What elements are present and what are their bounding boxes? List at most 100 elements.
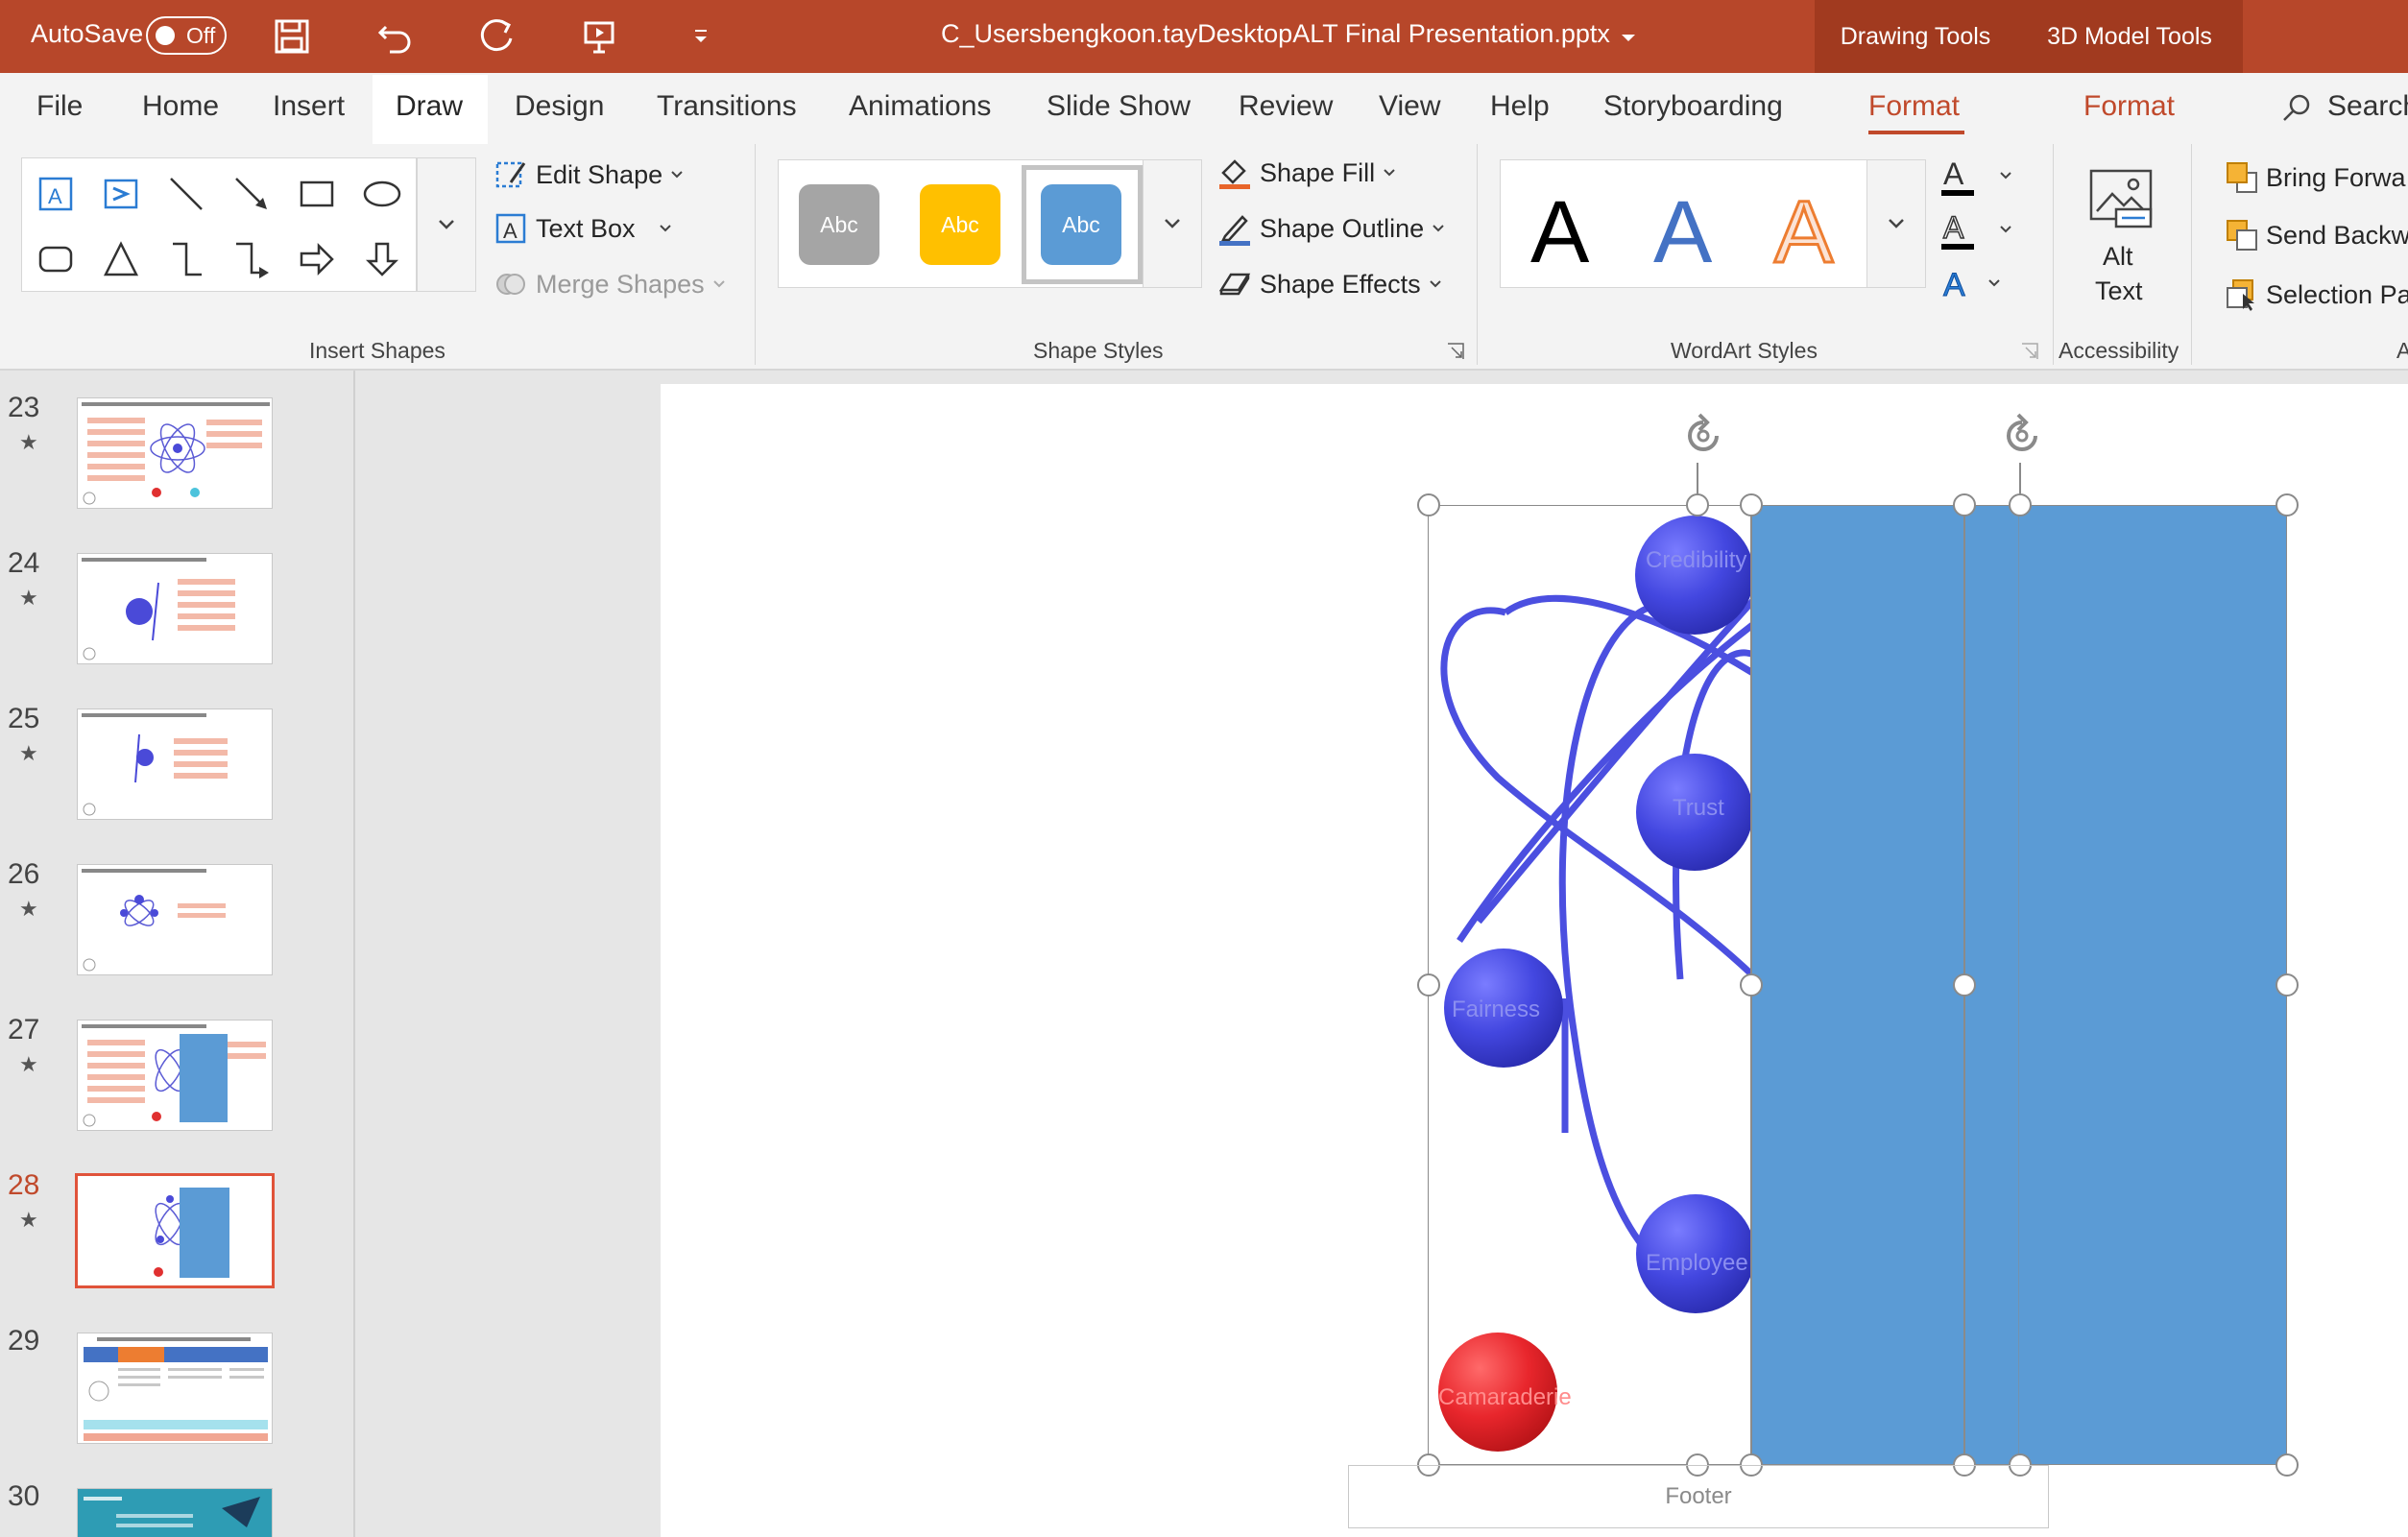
shape-styles-more[interactable] xyxy=(1143,159,1202,288)
tab-format-drawing[interactable]: Format xyxy=(1868,90,1960,123)
animation-star-icon: ★ xyxy=(19,1208,38,1232)
resize-handle[interactable] xyxy=(1953,493,1976,516)
slide-number: 27 xyxy=(8,1014,40,1045)
title-dropdown-icon[interactable] xyxy=(1605,15,1651,61)
shape-styles-launcher-icon[interactable] xyxy=(1446,342,1465,361)
resize-handle[interactable] xyxy=(1686,493,1709,516)
style-preset-gray[interactable]: Abc xyxy=(799,184,879,265)
animation-star-icon: ★ xyxy=(19,586,38,610)
tab-storyboarding[interactable]: Storyboarding xyxy=(1603,90,1783,123)
animation-star-icon: ★ xyxy=(19,897,38,921)
tab-help[interactable]: Help xyxy=(1490,90,1550,123)
text-fill-button[interactable]: A xyxy=(1939,154,2016,200)
svg-text:A: A xyxy=(1943,267,1965,303)
slide-thumbnail-25[interactable] xyxy=(77,708,273,820)
rotate-handle-icon[interactable] xyxy=(1993,407,2051,465)
wordart-launcher-icon[interactable] xyxy=(2020,342,2039,361)
autosave-toggle[interactable]: Off xyxy=(146,16,227,55)
style-preset-gold[interactable]: Abc xyxy=(920,184,1000,265)
line-icon[interactable] xyxy=(161,169,211,219)
resize-handle[interactable] xyxy=(1417,493,1440,516)
search-icon[interactable] xyxy=(2281,92,2312,123)
text-box-icon[interactable]: A xyxy=(31,169,81,219)
tab-animations[interactable]: Animations xyxy=(849,90,991,123)
shape-effects-button[interactable]: Shape Effects xyxy=(1217,267,1442,301)
rotate-handle-icon[interactable] xyxy=(1674,407,1732,465)
shapes-gallery-more[interactable] xyxy=(417,157,476,292)
slide-thumbnail-29[interactable] xyxy=(77,1333,273,1444)
selection-pane-button[interactable]: Selection Pa xyxy=(2226,278,2408,311)
rectangle-icon[interactable] xyxy=(292,169,342,219)
alt-text-icon xyxy=(2089,169,2153,228)
slide-thumbnail-27[interactable] xyxy=(77,1020,273,1131)
tab-view[interactable]: View xyxy=(1379,90,1440,123)
wordart-blue[interactable]: A xyxy=(1653,182,1712,283)
text-box-button[interactable]: A Text Box xyxy=(494,211,672,246)
selection-guide-line xyxy=(2018,505,2019,1465)
tab-draw[interactable]: Draw xyxy=(396,90,463,123)
slide-thumbnail-panel: 23 ★ 24 ★ 25 ★ 26 ★ 27 ★ 28 ★ 29 30 xyxy=(0,371,355,1537)
tab-home[interactable]: Home xyxy=(142,90,219,123)
wordart-orange-outline[interactable]: A xyxy=(1772,182,1834,283)
wordart-more[interactable] xyxy=(1866,159,1926,288)
toggle-knob xyxy=(156,26,175,45)
undo-icon[interactable] xyxy=(373,13,419,60)
wordart-black[interactable]: A xyxy=(1530,182,1589,283)
animation-star-icon: ★ xyxy=(19,1052,38,1076)
arrow-line-icon[interactable] xyxy=(227,169,277,219)
slide-thumbnail-26[interactable] xyxy=(77,864,273,975)
alt-text-button[interactable]: Alt Text xyxy=(2078,157,2164,311)
vertical-text-box-icon[interactable] xyxy=(96,169,146,219)
animation-star-icon: ★ xyxy=(19,741,38,765)
customize-toolbar-icon[interactable] xyxy=(678,13,724,60)
chevron-down-icon xyxy=(1429,280,1441,288)
tab-slide-show[interactable]: Slide Show xyxy=(1047,90,1191,123)
redo-icon[interactable] xyxy=(474,13,520,60)
down-arrow-icon[interactable] xyxy=(357,234,407,284)
tab-insert[interactable]: Insert xyxy=(273,90,345,123)
search-box[interactable]: Search xyxy=(2327,90,2408,123)
elbow-connector-icon[interactable] xyxy=(161,234,211,284)
shape-fill-button[interactable]: Shape Fill xyxy=(1217,156,1396,190)
tab-design[interactable]: Design xyxy=(515,90,604,123)
slide-thumbnail-28[interactable] xyxy=(75,1173,275,1288)
slide-thumbnail-23[interactable] xyxy=(77,397,273,509)
right-arrow-icon[interactable] xyxy=(292,234,342,284)
shape-outline-button[interactable]: Shape Outline xyxy=(1217,211,1445,246)
resize-handle[interactable] xyxy=(2276,493,2299,516)
save-icon[interactable] xyxy=(269,13,315,60)
oval-icon[interactable] xyxy=(357,169,407,219)
accessibility-group-label: Accessibility xyxy=(2059,338,2179,363)
slide-number: 24 xyxy=(8,547,40,579)
bring-forward-button[interactable]: Bring Forwa xyxy=(2226,161,2406,194)
rounded-rectangle-icon[interactable] xyxy=(31,234,81,284)
document-title[interactable]: C_Usersbengkoon.tayDesktopALT Final Pres… xyxy=(941,19,1610,49)
merge-shapes-button[interactable]: Merge Shapes xyxy=(494,267,726,301)
triangle-icon[interactable] xyxy=(96,234,146,284)
tab-review[interactable]: Review xyxy=(1239,90,1333,123)
elbow-arrow-connector-icon[interactable] xyxy=(227,234,277,284)
resize-handle[interactable] xyxy=(1953,973,1976,997)
alt-text-label-line2: Text xyxy=(2095,276,2143,305)
bring-forward-icon xyxy=(2227,162,2257,193)
slide-thumbnail-30[interactable] xyxy=(77,1488,273,1537)
send-backward-button[interactable]: Send Backwa xyxy=(2226,219,2408,252)
slide-thumbnail-24[interactable] xyxy=(77,553,273,664)
resize-handle[interactable] xyxy=(1740,973,1763,997)
resize-handle[interactable] xyxy=(1740,493,1763,516)
3d-model-tools-label: 3D Model Tools xyxy=(2016,0,2243,73)
resize-handle[interactable] xyxy=(1417,973,1440,997)
footer-placeholder[interactable]: Footer xyxy=(1348,1465,2049,1528)
shape-effects-label: Shape Effects xyxy=(1260,269,1421,299)
tab-format-3d[interactable]: Format xyxy=(2083,90,2175,123)
resize-handle[interactable] xyxy=(2276,1453,2299,1477)
resize-handle[interactable] xyxy=(2009,493,2032,516)
tab-transitions[interactable]: Transitions xyxy=(657,90,797,123)
style-preset-blue[interactable]: Abc xyxy=(1041,184,1121,265)
tab-file[interactable]: File xyxy=(36,90,83,123)
edit-shape-button[interactable]: Edit Shape xyxy=(494,157,684,192)
present-from-start-icon[interactable] xyxy=(576,13,622,60)
text-outline-button[interactable]: A xyxy=(1939,207,2016,253)
resize-handle[interactable] xyxy=(2276,973,2299,997)
text-effects-button[interactable]: A xyxy=(1939,261,2016,307)
